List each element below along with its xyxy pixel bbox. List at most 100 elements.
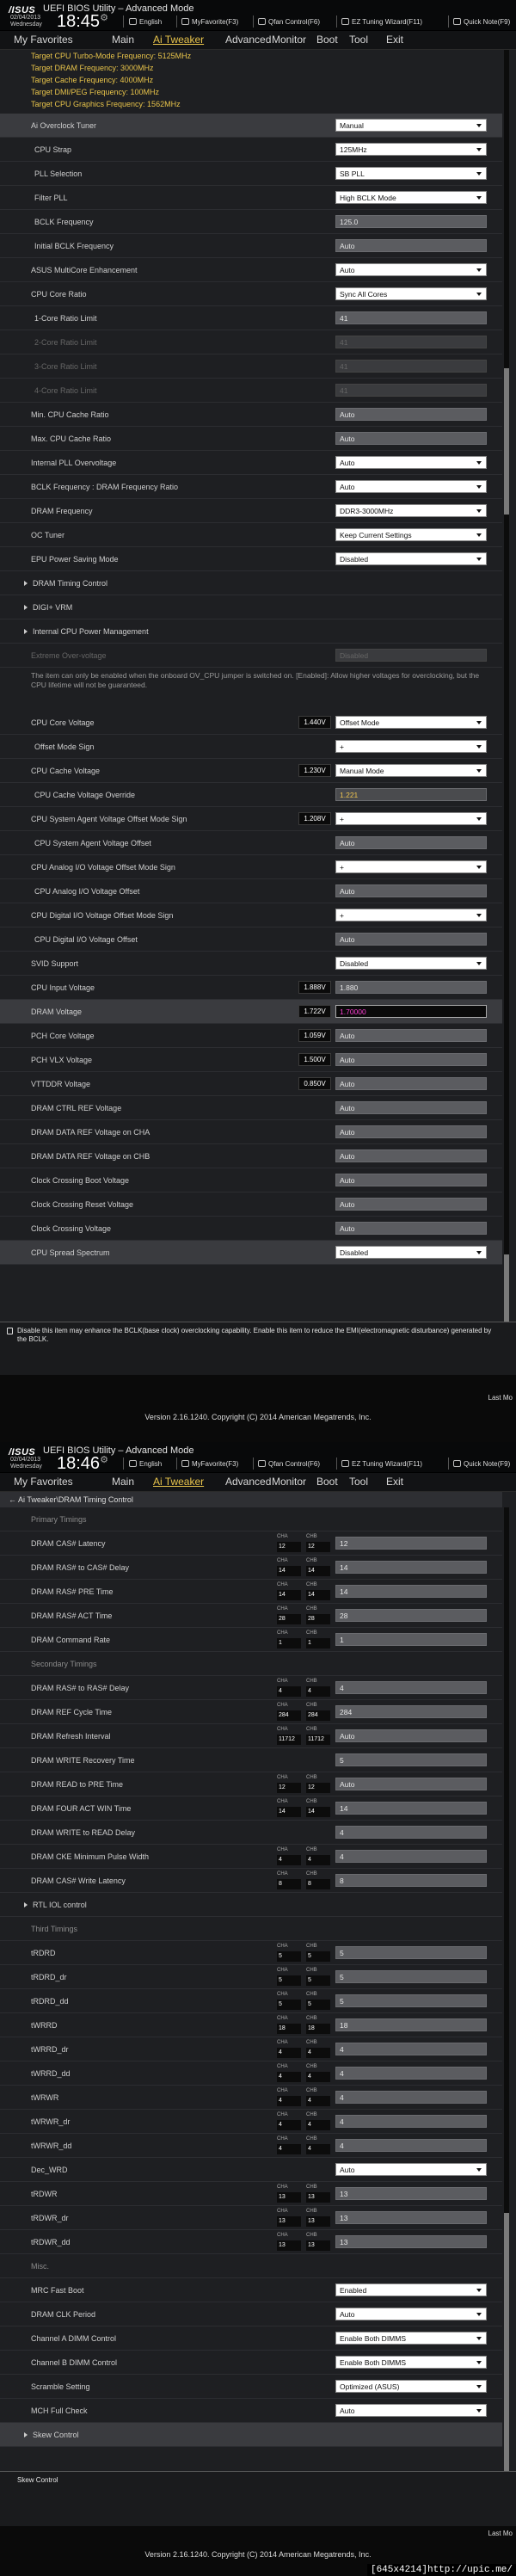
value-field-dram-ref-cycle-time[interactable]: 284 [335, 1705, 487, 1718]
setting-row-trdrd-dr[interactable]: tRDRD_dr CHA 5 CHB 5 5 [0, 1965, 502, 1989]
qfan-control-button[interactable]: Qfan Control(F6) [258, 1460, 320, 1468]
dropdown-offset-mode-sign[interactable]: + [335, 740, 487, 753]
tab-my-favorites[interactable]: My Favorites [14, 34, 73, 46]
breadcrumb[interactable]: ← Ai Tweaker\DRAM Timing Control [0, 1492, 502, 1507]
tab-my-favorites[interactable]: My Favorites [14, 1476, 73, 1488]
setting-row-cpu-analog-i-o-voltage-offset[interactable]: CPU Analog I/O Voltage Offset Auto [0, 879, 502, 903]
setting-row-dram-write-to-read-delay[interactable]: DRAM WRITE to READ Delay 4 [0, 1821, 502, 1845]
value-field-cpu-cache-voltage-override[interactable]: 1.221 [335, 788, 487, 801]
setting-row-cpu-system-agent-voltage-offset-mode-sign[interactable]: CPU System Agent Voltage Offset Mode Sig… [0, 807, 502, 831]
dropdown-mrc-fast-boot[interactable]: Enabled [335, 2283, 487, 2296]
dropdown-channel-a-dimm-control[interactable]: Enable Both DIMMS [335, 2332, 487, 2345]
value-field-dram-write-recovery-time[interactable]: 5 [335, 1753, 487, 1766]
setting-row-clock-crossing-reset-voltage[interactable]: Clock Crossing Reset Voltage Auto [0, 1192, 502, 1217]
setting-row-dram-ctrl-ref-voltage[interactable]: DRAM CTRL REF Voltage Auto [0, 1096, 502, 1120]
dropdown-cpu-analog-i-o-voltage-offset-mode-sign[interactable]: + [335, 860, 487, 873]
scrollbar-thumb[interactable] [504, 368, 509, 515]
setting-row-cpu-core-ratio[interactable]: CPU Core Ratio Sync All Cores [0, 282, 502, 306]
setting-row-dram-four-act-win-time[interactable]: DRAM FOUR ACT WIN Time CHA 14 CHB 14 14 [0, 1796, 502, 1821]
dropdown-cpu-core-voltage[interactable]: Offset Mode [335, 716, 487, 729]
setting-row-twrwr[interactable]: tWRWR CHA 4 CHB 4 4 [0, 2086, 502, 2110]
setting-row-dram-data-ref-voltage-on-cha[interactable]: DRAM DATA REF Voltage on CHA Auto [0, 1120, 502, 1144]
value-field-trdrd[interactable]: 5 [335, 1946, 487, 1959]
value-field-dram-refresh-interval[interactable]: Auto [335, 1729, 487, 1742]
setting-row-dram-ras-act-time[interactable]: DRAM RAS# ACT Time CHA 28 CHB 28 28 [0, 1604, 502, 1628]
tab-boot[interactable]: Boot [316, 34, 338, 46]
setting-row-twrrd-dd[interactable]: tWRRD_dd CHA 4 CHB 4 4 [0, 2061, 502, 2086]
tab-monitor[interactable]: Monitor [272, 34, 306, 46]
language-button[interactable]: English [129, 1460, 162, 1468]
setting-row-cpu-analog-i-o-voltage-offset-mode-sign[interactable]: CPU Analog I/O Voltage Offset Mode Sign + [0, 855, 502, 879]
tab-main[interactable]: Main [112, 34, 134, 46]
setting-row-dram-ras-to-ras-delay[interactable]: DRAM RAS# to RAS# Delay CHA 4 CHB 4 4 [0, 1676, 502, 1700]
value-field-dram-ras-act-time[interactable]: 28 [335, 1609, 487, 1622]
setting-row-dram-cas-latency[interactable]: DRAM CAS# Latency CHA 12 CHB 12 12 [0, 1531, 502, 1556]
tab-tool[interactable]: Tool [349, 1476, 368, 1488]
value-field-clock-crossing-boot-voltage[interactable]: Auto [335, 1174, 487, 1186]
value-field-twrrd-dd[interactable]: 4 [335, 2067, 487, 2080]
tab-tool[interactable]: Tool [349, 34, 368, 46]
myfavorite-button[interactable]: MyFavorite(F3) [181, 1460, 238, 1468]
setting-row-channel-a-dimm-control[interactable]: Channel A DIMM Control Enable Both DIMMS [0, 2326, 502, 2351]
value-field-dram-ras-pre-time[interactable]: 14 [335, 1585, 487, 1598]
setting-row-pch-vlx-voltage[interactable]: PCH VLX Voltage 1.500V Auto [0, 1048, 502, 1072]
qfan-control-button[interactable]: Qfan Control(F6) [258, 18, 320, 26]
setting-row-mrc-fast-boot[interactable]: MRC Fast Boot Enabled [0, 2278, 502, 2302]
value-field-twrwr-dr[interactable]: 4 [335, 2115, 487, 2128]
dropdown-svid-support[interactable]: Disabled [335, 957, 487, 970]
dropdown-bclk-frequency-dram-frequency-ratio[interactable]: Auto [335, 480, 487, 493]
scrollbar[interactable] [504, 50, 509, 1322]
tab-advanced[interactable]: Advanced [225, 1476, 271, 1488]
setting-row-trdrd[interactable]: tRDRD CHA 5 CHB 5 5 [0, 1941, 502, 1965]
setting-row-3-core-ratio-limit[interactable]: 3-Core Ratio Limit 41 [0, 354, 502, 379]
setting-row-clock-crossing-voltage[interactable]: Clock Crossing Voltage Auto [0, 1217, 502, 1241]
value-field-trdwr-dd[interactable]: 13 [335, 2235, 487, 2248]
settings-gear-icon[interactable]: ⚙ [100, 13, 108, 23]
tab-main[interactable]: Main [112, 1476, 134, 1488]
last-modified-button[interactable]: Last Mo [488, 1394, 513, 1402]
value-field-dram-write-to-read-delay[interactable]: 4 [335, 1826, 487, 1839]
dropdown-dram-clk-period[interactable]: Auto [335, 2308, 487, 2320]
setting-row-dram-cke-minimum-pulse-width[interactable]: DRAM CKE Minimum Pulse Width CHA 4 CHB 4 4 [0, 1845, 502, 1869]
setting-row-max-cpu-cache-ratio[interactable]: Max. CPU Cache Ratio Auto [0, 427, 502, 451]
dropdown-epu-power-saving-mode[interactable]: Disabled [335, 552, 487, 565]
setting-row-asus-multicore-enhancement[interactable]: ASUS MultiCore Enhancement Auto [0, 258, 502, 282]
tab-monitor[interactable]: Monitor [272, 1476, 306, 1488]
dropdown-asus-multicore-enhancement[interactable]: Auto [335, 263, 487, 276]
setting-row-internal-pll-overvoltage[interactable]: Internal PLL Overvoltage Auto [0, 451, 502, 475]
value-field-twrrd[interactable]: 18 [335, 2018, 487, 2031]
setting-row-dram-read-to-pre-time[interactable]: DRAM READ to PRE Time CHA 12 CHB 12 Auto [0, 1772, 502, 1796]
setting-row-dram-cas-write-latency[interactable]: DRAM CAS# Write Latency CHA 8 CHB 8 8 [0, 1869, 502, 1893]
setting-row-vttddr-voltage[interactable]: VTTDDR Voltage 0.850V Auto [0, 1072, 502, 1096]
value-field-dram-cas-latency[interactable]: 12 [335, 1537, 487, 1550]
setting-row-dram-ras-pre-time[interactable]: DRAM RAS# PRE Time CHA 14 CHB 14 14 [0, 1580, 502, 1604]
dropdown-pll-selection[interactable]: SB PLL [335, 167, 487, 180]
setting-row-4-core-ratio-limit[interactable]: 4-Core Ratio Limit 41 [0, 379, 502, 403]
setting-row-mch-full-check[interactable]: MCH Full Check Auto [0, 2399, 502, 2423]
value-field-trdwr-dr[interactable]: 13 [335, 2211, 487, 2224]
submenu-rtl-iol-control[interactable]: RTL IOL control [0, 1893, 502, 1917]
setting-row-twrrd[interactable]: tWRRD CHA 18 CHB 18 18 [0, 2013, 502, 2037]
value-field-pch-vlx-voltage[interactable]: Auto [335, 1053, 487, 1066]
value-field-dram-ras-to-cas-delay[interactable]: 14 [335, 1561, 487, 1574]
dropdown-filter-pll[interactable]: High BCLK Mode [335, 191, 487, 204]
setting-row-trdwr-dd[interactable]: tRDWR_dd CHA 13 CHB 13 13 [0, 2230, 502, 2254]
value-field-dram-ras-to-ras-delay[interactable]: 4 [335, 1681, 487, 1694]
scrollbar[interactable] [504, 1507, 509, 2471]
setting-row-cpu-digital-i-o-voltage-offset-mode-sign[interactable]: CPU Digital I/O Voltage Offset Mode Sign… [0, 903, 502, 927]
quick-note-button[interactable]: Quick Note(F9) [453, 18, 510, 26]
value-field-dram-read-to-pre-time[interactable]: Auto [335, 1778, 487, 1790]
value-field-clock-crossing-reset-voltage[interactable]: Auto [335, 1198, 487, 1211]
dropdown-cpu-system-agent-voltage-offset-mode-sign[interactable]: + [335, 812, 487, 825]
setting-row-trdrd-dd[interactable]: tRDRD_dd CHA 5 CHB 5 5 [0, 1989, 502, 2013]
value-field-dram-four-act-win-time[interactable]: 14 [335, 1802, 487, 1815]
setting-row-trdwr[interactable]: tRDWR CHA 13 CHB 13 13 [0, 2182, 502, 2206]
setting-row-bclk-frequency-dram-frequency-ratio[interactable]: BCLK Frequency : DRAM Frequency Ratio Aut… [0, 475, 502, 499]
setting-row-pll-selection[interactable]: PLL Selection SB PLL [0, 162, 502, 186]
value-field-vttddr-voltage[interactable]: Auto [335, 1077, 487, 1090]
setting-row-1-core-ratio-limit[interactable]: 1-Core Ratio Limit 41 [0, 306, 502, 330]
dropdown-dec-wrd[interactable]: Auto [335, 2163, 487, 2176]
value-field-twrwr-dd[interactable]: 4 [335, 2139, 487, 2152]
setting-row-scramble-setting[interactable]: Scramble Setting Optimized (ASUS) [0, 2375, 502, 2399]
setting-row-min-cpu-cache-ratio[interactable]: Min. CPU Cache Ratio Auto [0, 403, 502, 427]
